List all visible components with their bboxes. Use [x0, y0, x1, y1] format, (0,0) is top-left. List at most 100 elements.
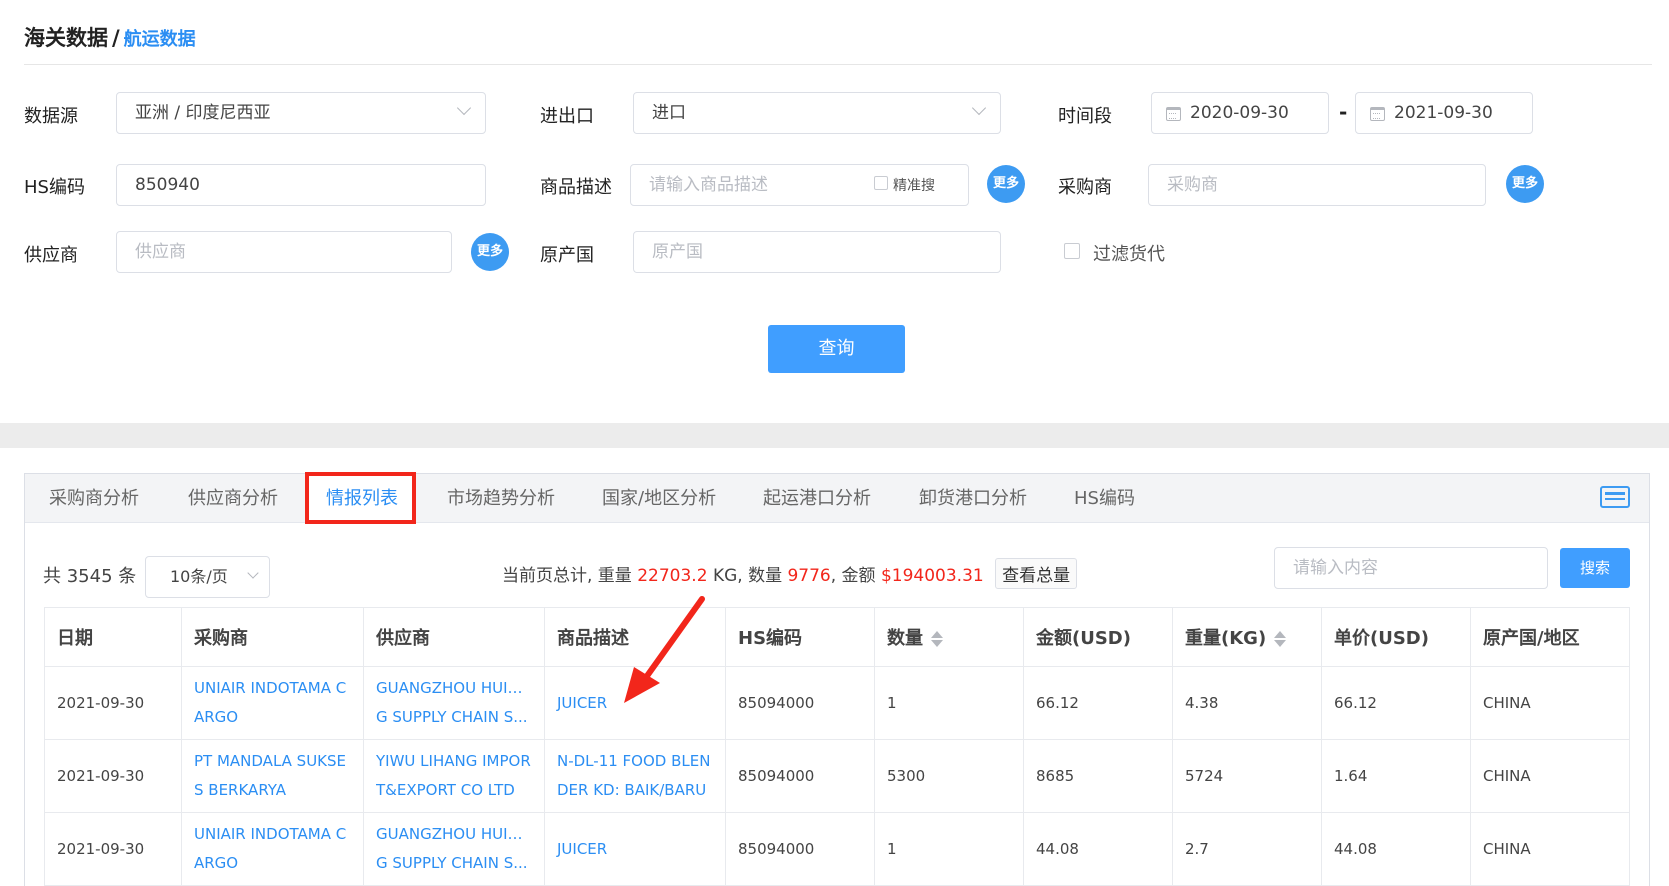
col-unit-price: 单价(USD) — [1321, 607, 1471, 667]
cell-quantity: 1 — [874, 666, 1024, 740]
source-value: 亚洲 / 印度尼西亚 — [135, 103, 271, 123]
tab-hs-code[interactable]: HS编码 — [1074, 474, 1135, 523]
print-icon[interactable] — [1600, 486, 1630, 508]
table-row: 2021-09-30 PT MANDALA SUKSE S BERKARYA Y… — [44, 739, 1630, 813]
cell-weight: 2.7 — [1172, 812, 1322, 886]
col-quantity-label: 数量 — [887, 628, 923, 649]
cell-hs: 85094000 — [725, 812, 875, 886]
cell-product-link[interactable]: N-DL-11 FOOD BLEN DER KD: BAIK/BARU — [544, 739, 726, 813]
page-size-value: 10条/页 — [170, 567, 228, 586]
buyer-more-button[interactable]: 更多 — [1506, 165, 1544, 203]
col-hs: HS编码 — [725, 607, 875, 667]
tab-arrival-port[interactable]: 卸货港口分析 — [919, 474, 1027, 523]
supplier-more-button[interactable]: 更多 — [471, 233, 509, 271]
cell-origin: CHINA — [1470, 666, 1630, 740]
calendar-icon — [1370, 107, 1385, 121]
origin-input[interactable]: 原产国 — [633, 231, 1001, 273]
source-select[interactable]: 亚洲 / 印度尼西亚 — [116, 92, 486, 134]
col-buyer: 采购商 — [181, 607, 364, 667]
buyer-placeholder: 采购商 — [1167, 175, 1218, 195]
cell-supplier-link[interactable]: GUANGZHOU HUIXIN G SUPPLY CHAIN S... — [363, 812, 545, 886]
cell-hs: 85094000 — [725, 666, 875, 740]
exact-search-checkbox[interactable] — [874, 176, 888, 190]
search-placeholder: 请输入内容 — [1293, 558, 1378, 578]
cell-quantity: 5300 — [874, 739, 1024, 813]
sort-icon[interactable] — [1274, 630, 1287, 648]
supplier-line: G SUPPLY CHAIN S... — [376, 854, 528, 872]
buyer-input[interactable]: 采购商 — [1148, 164, 1486, 206]
cell-amount: 66.12 — [1023, 666, 1173, 740]
tab-market-trend[interactable]: 市场趋势分析 — [447, 474, 555, 523]
period-label: 时间段 — [1058, 106, 1112, 127]
supplier-line: T&EXPORT CO LTD — [376, 781, 515, 799]
start-date-input[interactable]: 2020-09-30 — [1151, 92, 1329, 134]
cell-buyer-link[interactable]: UNIAIR INDOTAMA C ARGO — [181, 812, 364, 886]
page-size-select[interactable]: 10条/页 — [145, 556, 270, 598]
hs-input[interactable]: 850940 — [116, 164, 486, 206]
col-weight[interactable]: 重量(KG) — [1172, 607, 1322, 667]
cell-supplier-link[interactable]: YIWU LIHANG IMPOR T&EXPORT CO LTD — [363, 739, 545, 813]
cell-origin: CHINA — [1470, 739, 1630, 813]
table-row: 2021-09-30 UNIAIR INDOTAMA C ARGO GUANGZ… — [44, 812, 1630, 886]
cell-hs: 85094000 — [725, 739, 875, 813]
buyer-label: 采购商 — [1058, 177, 1112, 198]
cell-date: 2021-09-30 — [44, 739, 182, 813]
direction-label: 进出口 — [540, 106, 594, 127]
hs-value: 850940 — [135, 175, 200, 195]
summary-quantity-label: KG, 数量 — [712, 566, 783, 586]
cell-weight: 4.38 — [1172, 666, 1322, 740]
breadcrumb-current[interactable]: 航运数据 — [124, 29, 196, 50]
tab-departure-port[interactable]: 起运港口分析 — [763, 474, 871, 523]
direction-value: 进口 — [652, 103, 686, 123]
forwarder-checkbox[interactable] — [1064, 243, 1080, 259]
query-button[interactable]: 查询 — [768, 325, 905, 373]
breadcrumb: 海关数据 / 航运数据 — [24, 22, 196, 52]
search-input[interactable]: 请输入内容 — [1274, 547, 1548, 589]
end-date-input[interactable]: 2021-09-30 — [1355, 92, 1533, 134]
cell-quantity: 1 — [874, 812, 1024, 886]
cell-buyer-link[interactable]: PT MANDALA SUKSE S BERKARYA — [181, 739, 364, 813]
col-origin: 原产国/地区 — [1470, 607, 1630, 667]
view-total-button[interactable]: 查看总量 — [995, 558, 1078, 589]
cell-supplier-link[interactable]: GUANGZHOU HUIXIN G SUPPLY CHAIN S... — [363, 666, 545, 740]
cell-date: 2021-09-30 — [44, 666, 182, 740]
origin-placeholder: 原产国 — [652, 242, 703, 262]
col-quantity[interactable]: 数量 — [874, 607, 1024, 667]
end-date-value: 2021-09-30 — [1394, 103, 1493, 123]
source-label: 数据源 — [24, 106, 78, 127]
forwarder-label: 过滤货代 — [1093, 244, 1165, 265]
highlight-frame — [305, 472, 416, 524]
hs-label: HS编码 — [24, 177, 85, 198]
exact-search-label: 精准搜 — [893, 178, 935, 194]
direction-select[interactable]: 进口 — [633, 92, 1001, 134]
summary-quantity: 9776 — [787, 566, 831, 586]
product-more-button[interactable]: 更多 — [987, 165, 1025, 203]
cell-product-link[interactable]: JUICER — [544, 812, 726, 886]
supplier-placeholder: 供应商 — [135, 242, 186, 262]
red-arrow-icon — [624, 596, 705, 703]
breadcrumb-separator: / — [112, 26, 120, 50]
product-placeholder: 请输入商品描述 — [649, 175, 768, 195]
tab-supplier-analysis[interactable]: 供应商分析 — [188, 474, 278, 523]
origin-label: 原产国 — [540, 245, 594, 266]
sort-icon[interactable] — [931, 630, 943, 648]
summary-amount-label: , 金额 — [830, 566, 876, 586]
cell-buyer-link[interactable]: UNIAIR INDOTAMA C ARGO — [181, 666, 364, 740]
tab-country-analysis[interactable]: 国家/地区分析 — [602, 474, 716, 523]
col-amount: 金额(USD) — [1023, 607, 1173, 667]
cell-unit-price: 1.64 — [1321, 739, 1471, 813]
date-range-separator: - — [1339, 100, 1348, 124]
supplier-line: GUANGZHOU HUIXIN — [376, 825, 532, 843]
total-count: 共 3545 条 — [43, 566, 137, 587]
cell-unit-price: 66.12 — [1321, 666, 1471, 740]
supplier-input[interactable]: 供应商 — [116, 231, 452, 273]
col-weight-label: 重量(KG) — [1185, 628, 1267, 649]
summary-weight-label: 当前页总计, 重量 — [502, 566, 632, 586]
chevron-down-icon — [247, 567, 259, 579]
tab-buyer-analysis[interactable]: 采购商分析 — [49, 474, 139, 523]
search-button[interactable]: 搜索 — [1560, 548, 1630, 588]
product-label: 商品描述 — [540, 177, 612, 198]
summary-weight: 22703.2 — [637, 566, 708, 586]
table-header-row: 日期 采购商 供应商 商品描述 HS编码 数量 金额(USD) 重量(KG) 单… — [44, 607, 1630, 667]
cell-origin: CHINA — [1470, 812, 1630, 886]
